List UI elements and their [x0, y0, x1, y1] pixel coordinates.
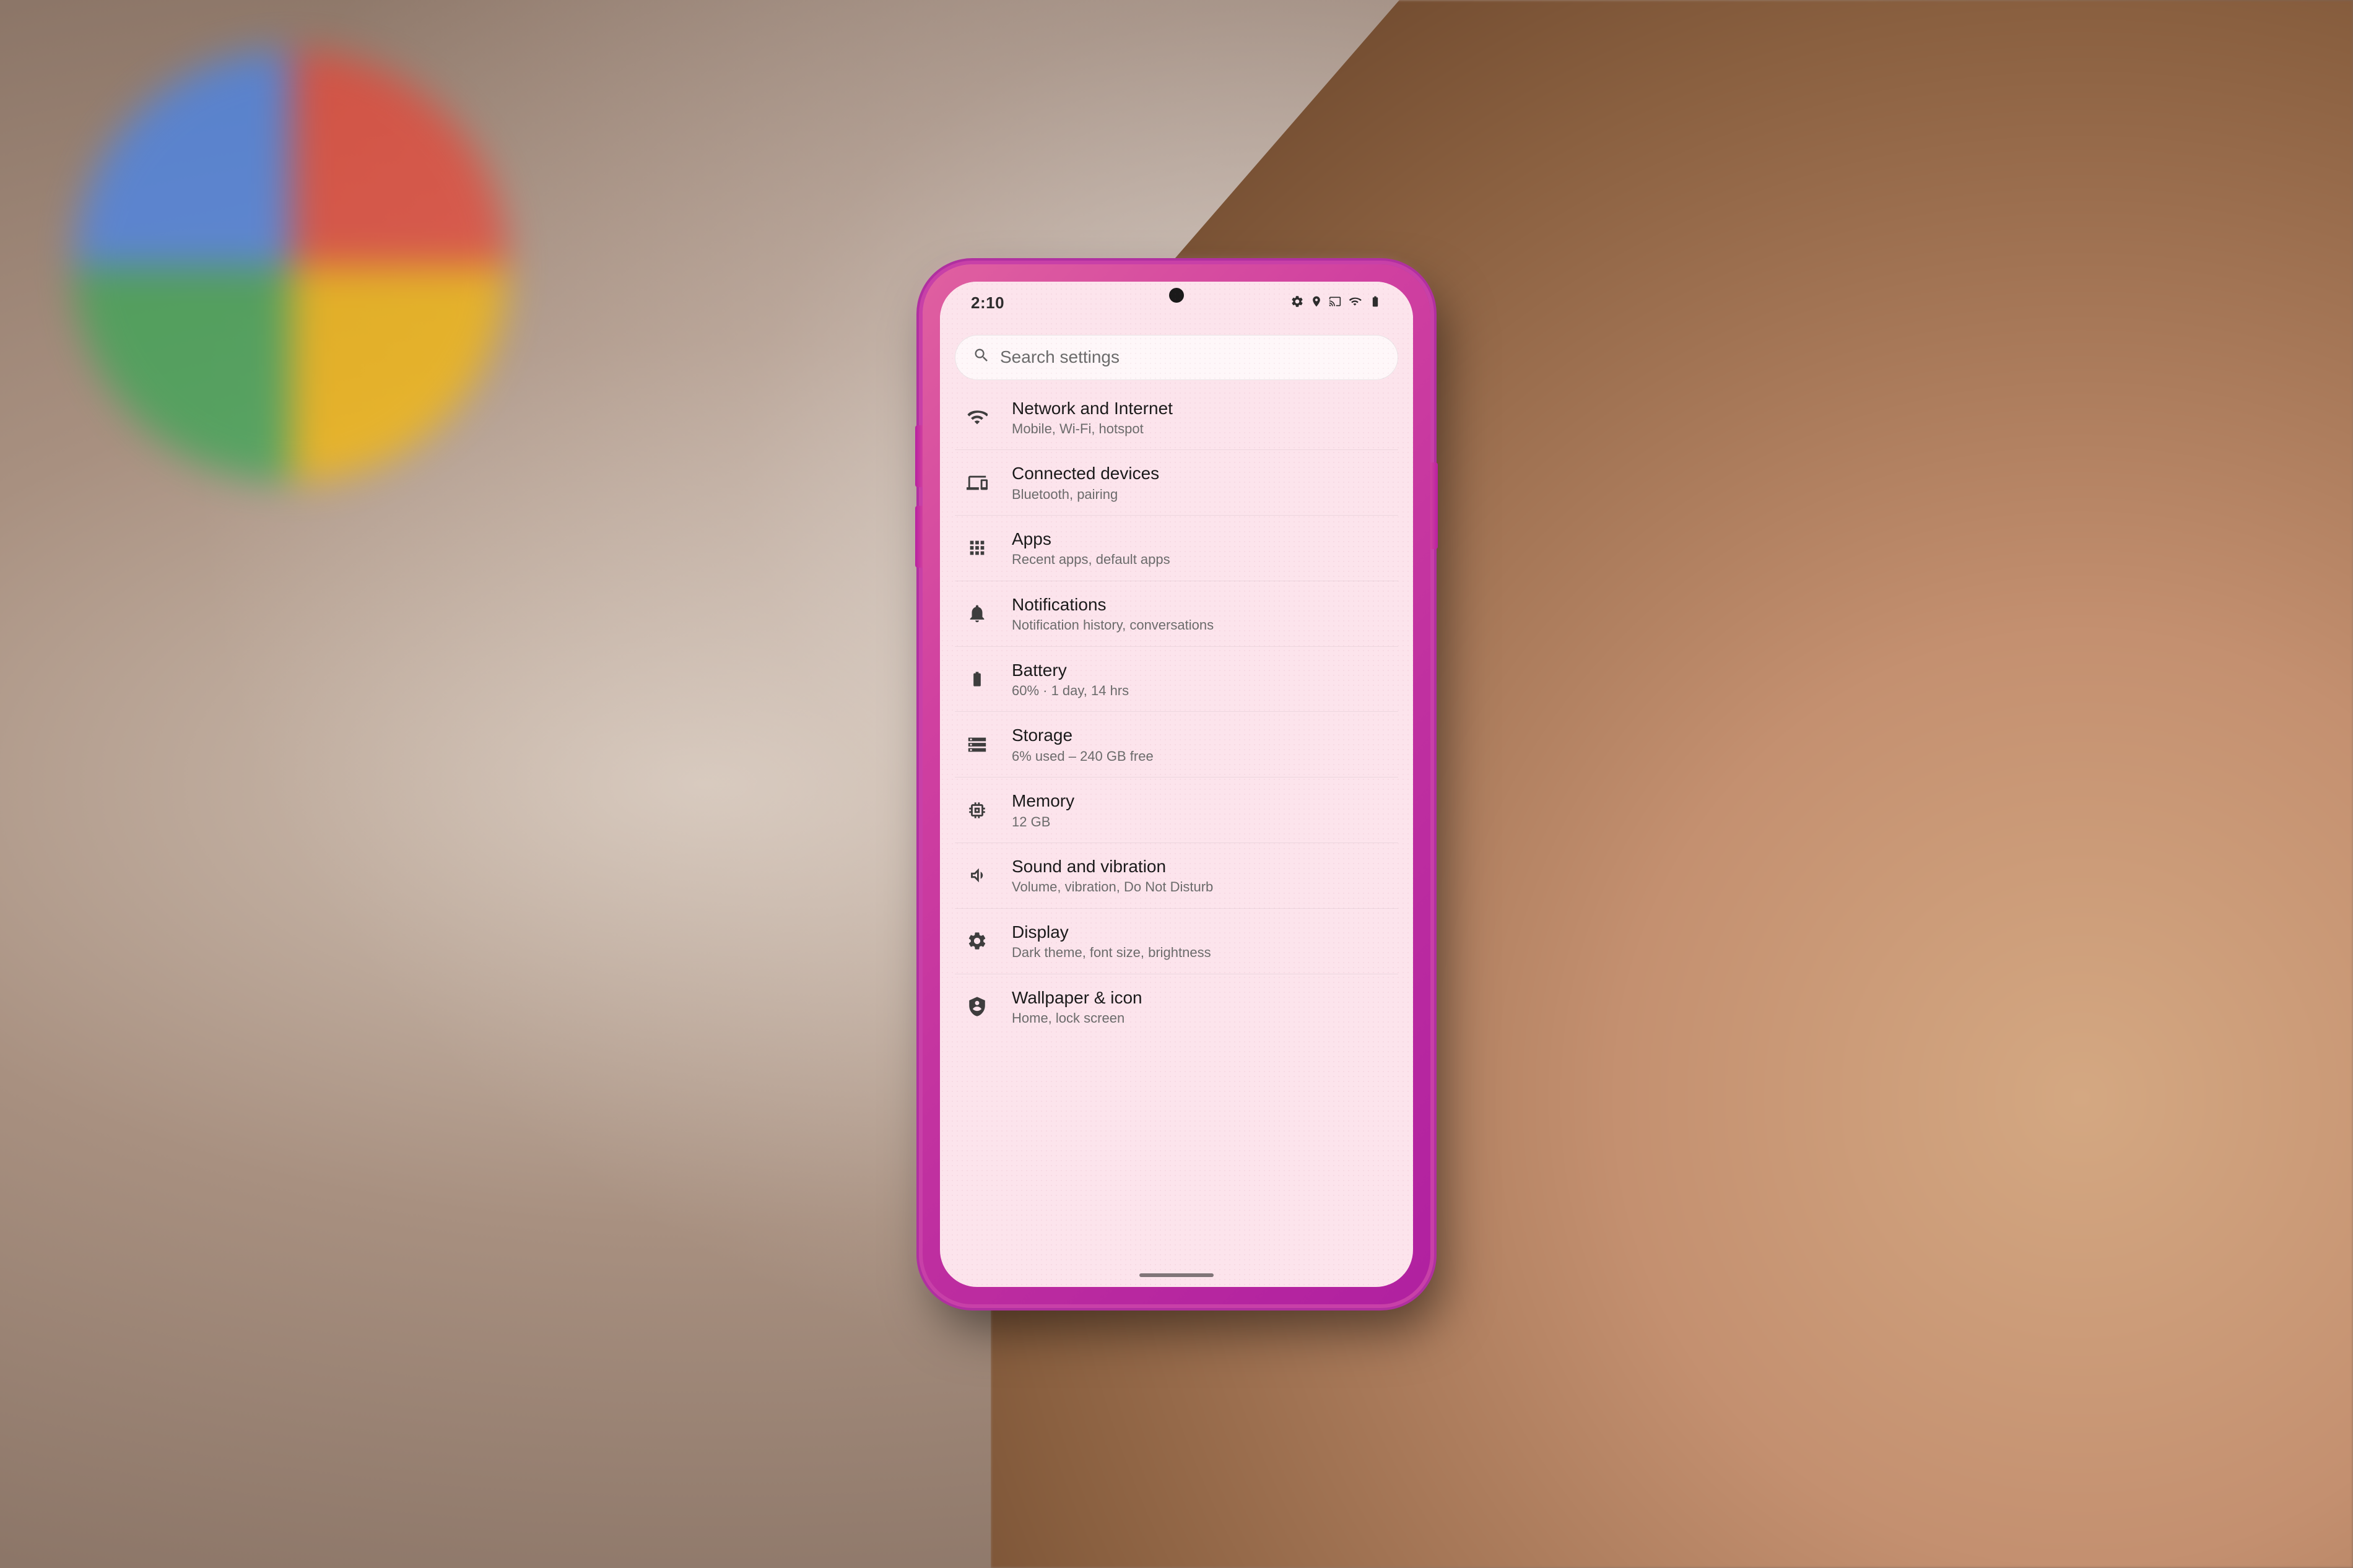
connected-devices-subtitle: Bluetooth, pairing: [1012, 487, 1393, 503]
network-text: Network and Internet Mobile, Wi-Fi, hots…: [1012, 397, 1393, 438]
memory-text: Memory 12 GB: [1012, 790, 1393, 830]
phone: 2:10: [923, 264, 1430, 1304]
apps-subtitle: Recent apps, default apps: [1012, 552, 1393, 568]
settings-item-network[interactable]: Network and Internet Mobile, Wi-Fi, hots…: [955, 385, 1398, 451]
storage-title: Storage: [1012, 724, 1393, 747]
volume-up-button[interactable]: [915, 425, 923, 487]
notifications-subtitle: Notification history, conversations: [1012, 617, 1393, 633]
wifi-icon: [960, 400, 994, 435]
status-time: 2:10: [971, 293, 1004, 313]
display-text: Display Dark theme, font size, brightnes…: [1012, 921, 1393, 961]
network-subtitle: Mobile, Wi-Fi, hotspot: [1012, 421, 1393, 437]
status-wifi-icon: [1347, 295, 1362, 311]
background-logo: [74, 50, 508, 483]
battery-text: Battery 60% · 1 day, 14 hrs: [1012, 659, 1393, 700]
phone-screen: 2:10: [940, 282, 1413, 1287]
settings-item-apps[interactable]: Apps Recent apps, default apps: [955, 516, 1398, 581]
wallpaper-text: Wallpaper & icon Home, lock screen: [1012, 987, 1393, 1027]
wallpaper-icon: [960, 989, 994, 1024]
sound-text: Sound and vibration Volume, vibration, D…: [1012, 855, 1393, 896]
settings-item-sound[interactable]: Sound and vibration Volume, vibration, D…: [955, 843, 1398, 909]
apps-title: Apps: [1012, 528, 1393, 550]
sound-icon: [960, 858, 994, 893]
battery-icon: [960, 662, 994, 696]
apps-icon: [960, 531, 994, 565]
connected-devices-title: Connected devices: [1012, 462, 1393, 485]
settings-item-memory[interactable]: Memory 12 GB: [955, 778, 1398, 843]
memory-subtitle: 12 GB: [1012, 814, 1393, 830]
bottom-nav-indicator: [1139, 1273, 1214, 1277]
display-subtitle: Dark theme, font size, brightness: [1012, 945, 1393, 961]
notifications-title: Notifications: [1012, 594, 1393, 616]
battery-subtitle: 60% · 1 day, 14 hrs: [1012, 683, 1393, 699]
storage-icon: [960, 727, 994, 762]
wallpaper-title: Wallpaper & icon: [1012, 987, 1393, 1009]
display-icon: [960, 924, 994, 958]
settings-item-wallpaper[interactable]: Wallpaper & icon Home, lock screen: [955, 974, 1398, 1039]
network-title: Network and Internet: [1012, 397, 1393, 420]
storage-subtitle: 6% used – 240 GB free: [1012, 748, 1393, 765]
wallpaper-subtitle: Home, lock screen: [1012, 1010, 1393, 1026]
scene: 2:10: [0, 0, 2353, 1568]
apps-text: Apps Recent apps, default apps: [1012, 528, 1393, 568]
screen-content: Search settings Network and Internet Mob…: [940, 325, 1413, 1287]
search-placeholder: Search settings: [1000, 347, 1120, 367]
sound-title: Sound and vibration: [1012, 855, 1393, 878]
notifications-icon: [960, 596, 994, 631]
settings-item-notifications[interactable]: Notifications Notification history, conv…: [955, 581, 1398, 647]
settings-item-battery[interactable]: Battery 60% · 1 day, 14 hrs: [955, 647, 1398, 713]
connected-devices-text: Connected devices Bluetooth, pairing: [1012, 462, 1393, 503]
status-battery-icon: [1368, 295, 1382, 311]
status-settings-icon: [1290, 295, 1304, 312]
sound-subtitle: Volume, vibration, Do Not Disturb: [1012, 879, 1393, 895]
status-cast-icon: [1329, 295, 1341, 311]
memory-icon: [960, 793, 994, 828]
status-bar: 2:10: [940, 282, 1413, 325]
settings-item-storage[interactable]: Storage 6% used – 240 GB free: [955, 712, 1398, 778]
search-bar[interactable]: Search settings: [955, 335, 1398, 380]
memory-title: Memory: [1012, 790, 1393, 812]
status-location-icon: [1310, 295, 1323, 311]
display-title: Display: [1012, 921, 1393, 943]
notifications-text: Notifications Notification history, conv…: [1012, 594, 1393, 634]
settings-item-display[interactable]: Display Dark theme, font size, brightnes…: [955, 909, 1398, 974]
battery-title: Battery: [1012, 659, 1393, 682]
power-button[interactable]: [1430, 462, 1438, 549]
settings-item-connected-devices[interactable]: Connected devices Bluetooth, pairing: [955, 450, 1398, 516]
storage-text: Storage 6% used – 240 GB free: [1012, 724, 1393, 765]
status-icons: [1290, 295, 1382, 312]
settings-list: Network and Internet Mobile, Wi-Fi, hots…: [955, 385, 1398, 1039]
volume-down-button[interactable]: [915, 506, 923, 568]
camera-cutout: [1169, 288, 1184, 303]
search-icon: [973, 347, 990, 368]
devices-icon: [960, 466, 994, 500]
